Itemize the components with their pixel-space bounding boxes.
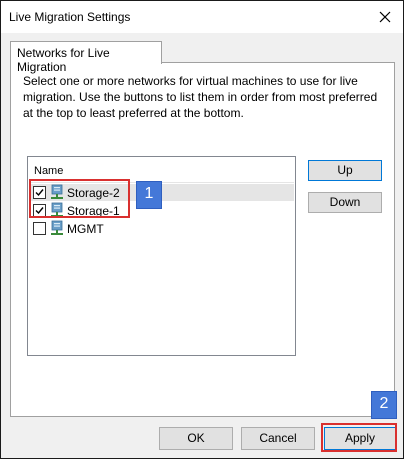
list-item-label: MGMT [67,222,104,236]
annotation-badge-2: 2 [371,391,397,419]
list-item-mgmt[interactable]: MGMT [29,220,294,237]
cancel-button[interactable]: Cancel [241,427,315,450]
down-button[interactable]: Down [308,192,382,213]
network-adapter-icon [51,220,63,235]
tab-label: Networks for Live Migration [17,46,110,74]
up-button[interactable]: Up [308,160,382,181]
title-bar: Live Migration Settings [1,1,403,33]
ok-button[interactable]: OK [159,427,233,450]
description-text: Select one or more networks for virtual … [23,74,378,120]
checkbox-mgmt[interactable] [33,222,46,235]
tab-networks-for-live-migration[interactable]: Networks for Live Migration [10,41,162,74]
close-button[interactable] [373,5,397,29]
tab-panel: Select one or more networks for virtual … [10,62,395,417]
highlight-box-apply [321,423,397,452]
window-title: Live Migration Settings [9,10,131,24]
annotation-badge-1: 1 [136,181,162,209]
highlight-box-storage [29,179,130,218]
column-header-name[interactable]: Name [34,165,63,177]
close-icon [379,11,391,23]
live-migration-settings-dialog: Live Migration Settings Networks for Liv… [0,0,404,459]
